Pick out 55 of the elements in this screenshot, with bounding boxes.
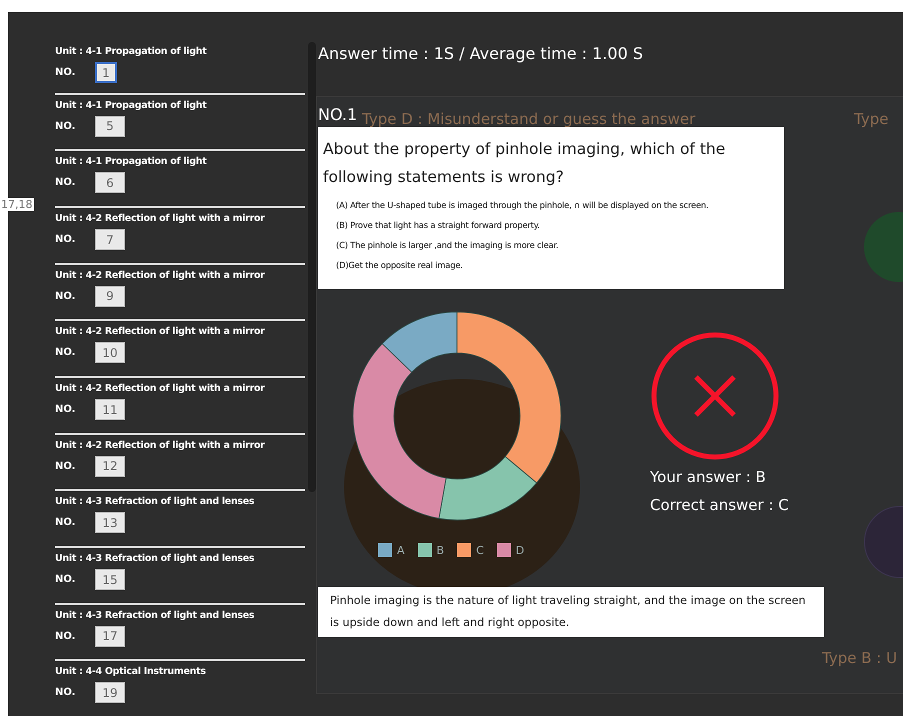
your-answer-text: Your answer : B (650, 467, 766, 488)
question-number-button[interactable]: 11 (95, 399, 125, 420)
question-number-button[interactable]: 17 (95, 626, 125, 647)
number-label: NO. (55, 460, 76, 472)
answer-option: (C) The pinhole is larger ,and the imaging is more clear. (336, 235, 780, 255)
number-label: NO. (55, 630, 76, 642)
answer-option: (D)Get the opposite real image. (336, 255, 780, 275)
background-text: Type (854, 110, 888, 128)
question-number-button[interactable]: 7 (95, 229, 125, 250)
unit-label: Unit : 4-2 Reflection of light with a mirror (55, 383, 266, 394)
question-number-button[interactable]: 13 (95, 512, 125, 534)
number-label: NO. (55, 517, 76, 528)
number-label: NO. (55, 177, 76, 188)
unit-label: Unit : 4-2 Reflection of light with a mirror (55, 213, 266, 224)
legend-label: B (436, 544, 444, 556)
unit-label: Unit : 4-3 Refraction of light and lenses (55, 496, 256, 508)
question-number-button[interactable]: 5 (95, 116, 125, 137)
unit-label: Unit : 4-2 Reflection of light with a mirror (55, 440, 266, 451)
background-text: 17,18 (0, 198, 34, 211)
legend-label: D (516, 544, 524, 556)
number-label: NO. (55, 290, 76, 302)
number-label: NO. (55, 574, 76, 586)
unit-label: Unit : 4-1 Propagation of light (55, 100, 208, 111)
unit-label: Unit : 4-1 Propagation of light (55, 156, 208, 168)
unit-label: Unit : 4-4 Optical Instruments (55, 666, 207, 678)
correct-answer-text: Correct answer : C (650, 495, 789, 516)
question-number: NO.1 (318, 105, 358, 124)
question-number-button[interactable]: 9 (95, 286, 125, 307)
scrollbar[interactable] (308, 42, 316, 492)
question-text: About the property of pinhole imaging, which of the following statements is wrong? (323, 139, 726, 188)
legend-label: A (397, 544, 405, 556)
question-number-button[interactable]: 1 (95, 62, 117, 83)
question-number-button[interactable]: 15 (95, 569, 125, 590)
background-text: Type B : U (822, 649, 898, 667)
unit-label: Unit : 4-1 Propagation of light (55, 46, 208, 57)
unit-label: Unit : 4-3 Refraction of light and lenses (55, 610, 256, 621)
explanation-text: Pinhole imaging is the nature of light traveling straight, and the image on the screen is upside down and left and right opposite. (318, 587, 824, 637)
answer-time-text: Answer time : 1S / Average time : 1.00 S (318, 44, 644, 63)
number-label: NO. (55, 67, 76, 78)
background-text: Type D : Misunderstand or guess the answer (362, 110, 696, 128)
answer-option: (A) After the U-shaped tube is imaged through the pinhole, ∩ will be displayed on the screen. (336, 195, 780, 215)
unit-label: Unit : 4-2 Reflection of light with a mirror (55, 270, 266, 281)
question-number-button[interactable]: 10 (95, 342, 125, 364)
number-label: NO. (55, 234, 76, 246)
legend-label: C (476, 544, 484, 556)
question-number-button[interactable]: 6 (95, 172, 125, 194)
number-label: NO. (55, 404, 76, 416)
number-label: NO. (55, 347, 76, 358)
number-label: NO. (55, 687, 76, 698)
unit-label: Unit : 4-3 Refraction of light and lenses (55, 553, 256, 564)
number-label: NO. (55, 120, 76, 132)
question-number-button[interactable]: 19 (95, 682, 125, 704)
unit-label: Unit : 4-2 Reflection of light with a mirror (55, 326, 266, 338)
question-number-button[interactable]: 12 (95, 456, 125, 477)
answer-option: (B) Prove that light has a straight forward property. (336, 215, 780, 235)
